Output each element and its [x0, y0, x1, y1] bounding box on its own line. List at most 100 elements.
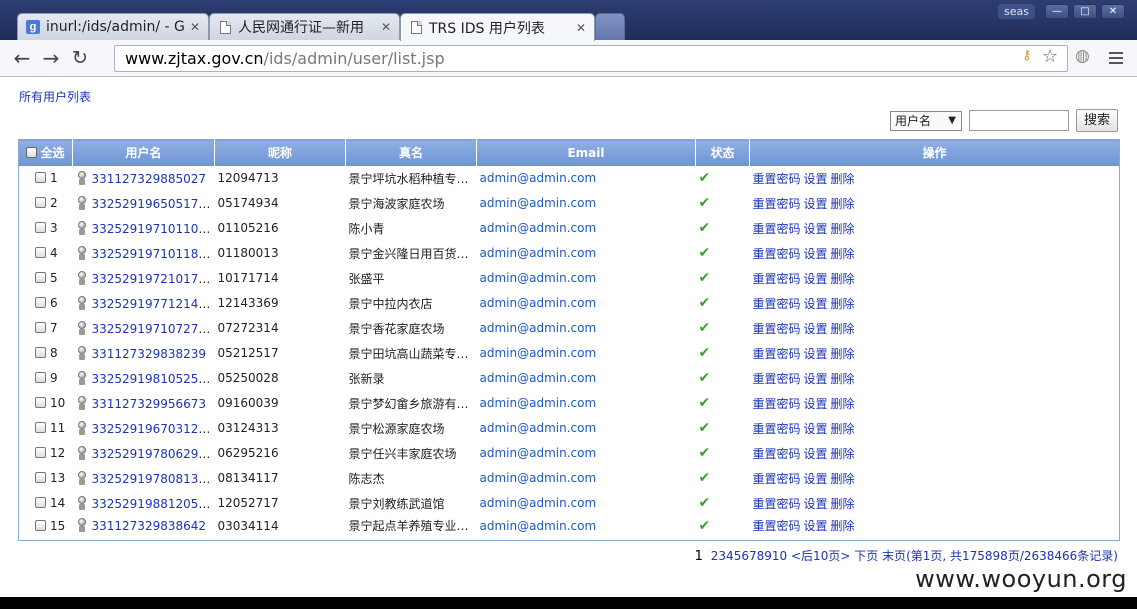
settings-link[interactable]: 设置: [804, 172, 828, 186]
reset-password-link[interactable]: 重置密码: [753, 222, 801, 236]
reset-password-link[interactable]: 重置密码: [753, 272, 801, 286]
new-tab-button[interactable]: [595, 13, 625, 40]
back-arrow-icon[interactable]: ←: [10, 47, 34, 71]
reset-password-link[interactable]: 重置密码: [753, 297, 801, 311]
reset-password-link[interactable]: 重置密码: [753, 422, 801, 436]
reset-password-link[interactable]: 重置密码: [753, 197, 801, 211]
reload-icon[interactable]: ↻: [68, 47, 92, 71]
username-link[interactable]: 332529197808134…: [92, 472, 215, 486]
row-checkbox[interactable]: [35, 297, 46, 308]
username-link[interactable]: 331127329838642: [92, 519, 207, 533]
close-icon[interactable]: ✕: [190, 20, 200, 34]
settings-link[interactable]: 设置: [804, 397, 828, 411]
settings-link[interactable]: 设置: [804, 197, 828, 211]
search-button[interactable]: 搜索: [1075, 109, 1118, 132]
username-link[interactable]: 332529197712143…: [92, 297, 215, 311]
delete-link[interactable]: 删除: [831, 347, 855, 361]
minimize-icon[interactable]: —: [1045, 4, 1069, 19]
close-icon[interactable]: ✕: [576, 21, 586, 35]
reset-password-link[interactable]: 重置密码: [753, 447, 801, 461]
reset-password-link[interactable]: 重置密码: [753, 247, 801, 261]
search-input[interactable]: [968, 110, 1069, 131]
username-link[interactable]: 332529198105250…: [92, 372, 215, 386]
username-link[interactable]: 332529197210171…: [92, 272, 215, 286]
settings-link[interactable]: 设置: [804, 372, 828, 386]
reset-password-link[interactable]: 重置密码: [753, 519, 801, 533]
delete-link[interactable]: 删除: [831, 297, 855, 311]
delete-link[interactable]: 删除: [831, 497, 855, 511]
reset-password-link[interactable]: 重置密码: [753, 172, 801, 186]
search-field-select[interactable]: 用户名 ▼: [889, 110, 962, 131]
username-link[interactable]: 332529197107272…: [92, 322, 215, 336]
username-link[interactable]: 332529197101105…: [92, 222, 215, 236]
settings-link[interactable]: 设置: [804, 447, 828, 461]
delete-link[interactable]: 删除: [831, 472, 855, 486]
menu-icon[interactable]: [1109, 52, 1123, 67]
page-link[interactable]: 3: [718, 549, 726, 563]
row-checkbox[interactable]: [35, 372, 46, 383]
last-page-link[interactable]: 末页(第1页, 共175898页/2638466条记录): [882, 549, 1118, 563]
settings-link[interactable]: 设置: [804, 272, 828, 286]
globe-icon[interactable]: ◍: [1075, 46, 1090, 66]
page-link[interactable]: 6: [741, 549, 749, 563]
row-checkbox[interactable]: [35, 322, 46, 333]
row-checkbox[interactable]: [35, 472, 46, 483]
next-page-link[interactable]: 下页: [854, 549, 878, 563]
address-bar[interactable]: www.zjtax.gov.cn/ids/admin/user/list.jsp: [114, 45, 1068, 72]
delete-link[interactable]: 删除: [831, 372, 855, 386]
page-link[interactable]: 4: [726, 549, 734, 563]
row-checkbox[interactable]: [35, 422, 46, 433]
reset-password-link[interactable]: 重置密码: [753, 397, 801, 411]
close-icon[interactable]: ✕: [381, 20, 391, 34]
delete-link[interactable]: 删除: [831, 519, 855, 533]
username-link[interactable]: 332529197101180…: [92, 247, 215, 261]
settings-link[interactable]: 设置: [804, 347, 828, 361]
delete-link[interactable]: 删除: [831, 172, 855, 186]
close-window-icon[interactable]: ✕: [1101, 4, 1125, 19]
delete-link[interactable]: 删除: [831, 447, 855, 461]
row-checkbox[interactable]: [35, 172, 46, 183]
username-link[interactable]: 331127329956673: [92, 397, 207, 411]
page-link[interactable]: 10: [772, 549, 787, 563]
reset-password-link[interactable]: 重置密码: [753, 497, 801, 511]
username-link[interactable]: 331127329838239: [92, 347, 207, 361]
profile-badge[interactable]: seas: [998, 4, 1035, 19]
row-checkbox[interactable]: [35, 347, 46, 358]
row-checkbox[interactable]: [35, 197, 46, 208]
settings-link[interactable]: 设置: [804, 247, 828, 261]
settings-link[interactable]: 设置: [804, 519, 828, 533]
row-checkbox[interactable]: [35, 247, 46, 258]
forward-arrow-icon[interactable]: →: [39, 47, 63, 71]
page-link[interactable]: 7: [749, 549, 757, 563]
row-checkbox[interactable]: [35, 272, 46, 283]
row-checkbox[interactable]: [35, 222, 46, 233]
page-link[interactable]: 9: [764, 549, 772, 563]
delete-link[interactable]: 删除: [831, 222, 855, 236]
settings-link[interactable]: 设置: [804, 422, 828, 436]
delete-link[interactable]: 删除: [831, 247, 855, 261]
settings-link[interactable]: 设置: [804, 222, 828, 236]
reset-password-link[interactable]: 重置密码: [753, 347, 801, 361]
delete-link[interactable]: 删除: [831, 422, 855, 436]
star-bookmark-icon[interactable]: ☆: [1042, 46, 1058, 67]
settings-link[interactable]: 设置: [804, 472, 828, 486]
col-select-all[interactable]: 全选: [18, 139, 73, 166]
delete-link[interactable]: 删除: [831, 322, 855, 336]
maximize-icon[interactable]: □: [1073, 4, 1097, 19]
select-all-checkbox[interactable]: [26, 147, 38, 159]
key-icon[interactable]: ⚷: [1022, 48, 1032, 63]
row-checkbox[interactable]: [35, 397, 46, 408]
delete-link[interactable]: 删除: [831, 272, 855, 286]
tab-user-list[interactable]: TRS IDS 用户列表 ✕: [400, 13, 595, 41]
username-link[interactable]: 332529196505174…: [92, 197, 215, 211]
tab-google-search[interactable]: g inurl:/ids/admin/ - G ✕: [17, 13, 209, 40]
settings-link[interactable]: 设置: [804, 322, 828, 336]
username-link[interactable]: 332529198812052…: [92, 497, 215, 511]
reset-password-link[interactable]: 重置密码: [753, 322, 801, 336]
row-checkbox[interactable]: [35, 519, 46, 531]
reset-password-link[interactable]: 重置密码: [753, 472, 801, 486]
tab-people-passport[interactable]: 人民网通行证—新用 ✕: [209, 13, 400, 40]
username-link[interactable]: 332529197806295…: [92, 447, 215, 461]
reset-password-link[interactable]: 重置密码: [753, 372, 801, 386]
settings-link[interactable]: 设置: [804, 297, 828, 311]
